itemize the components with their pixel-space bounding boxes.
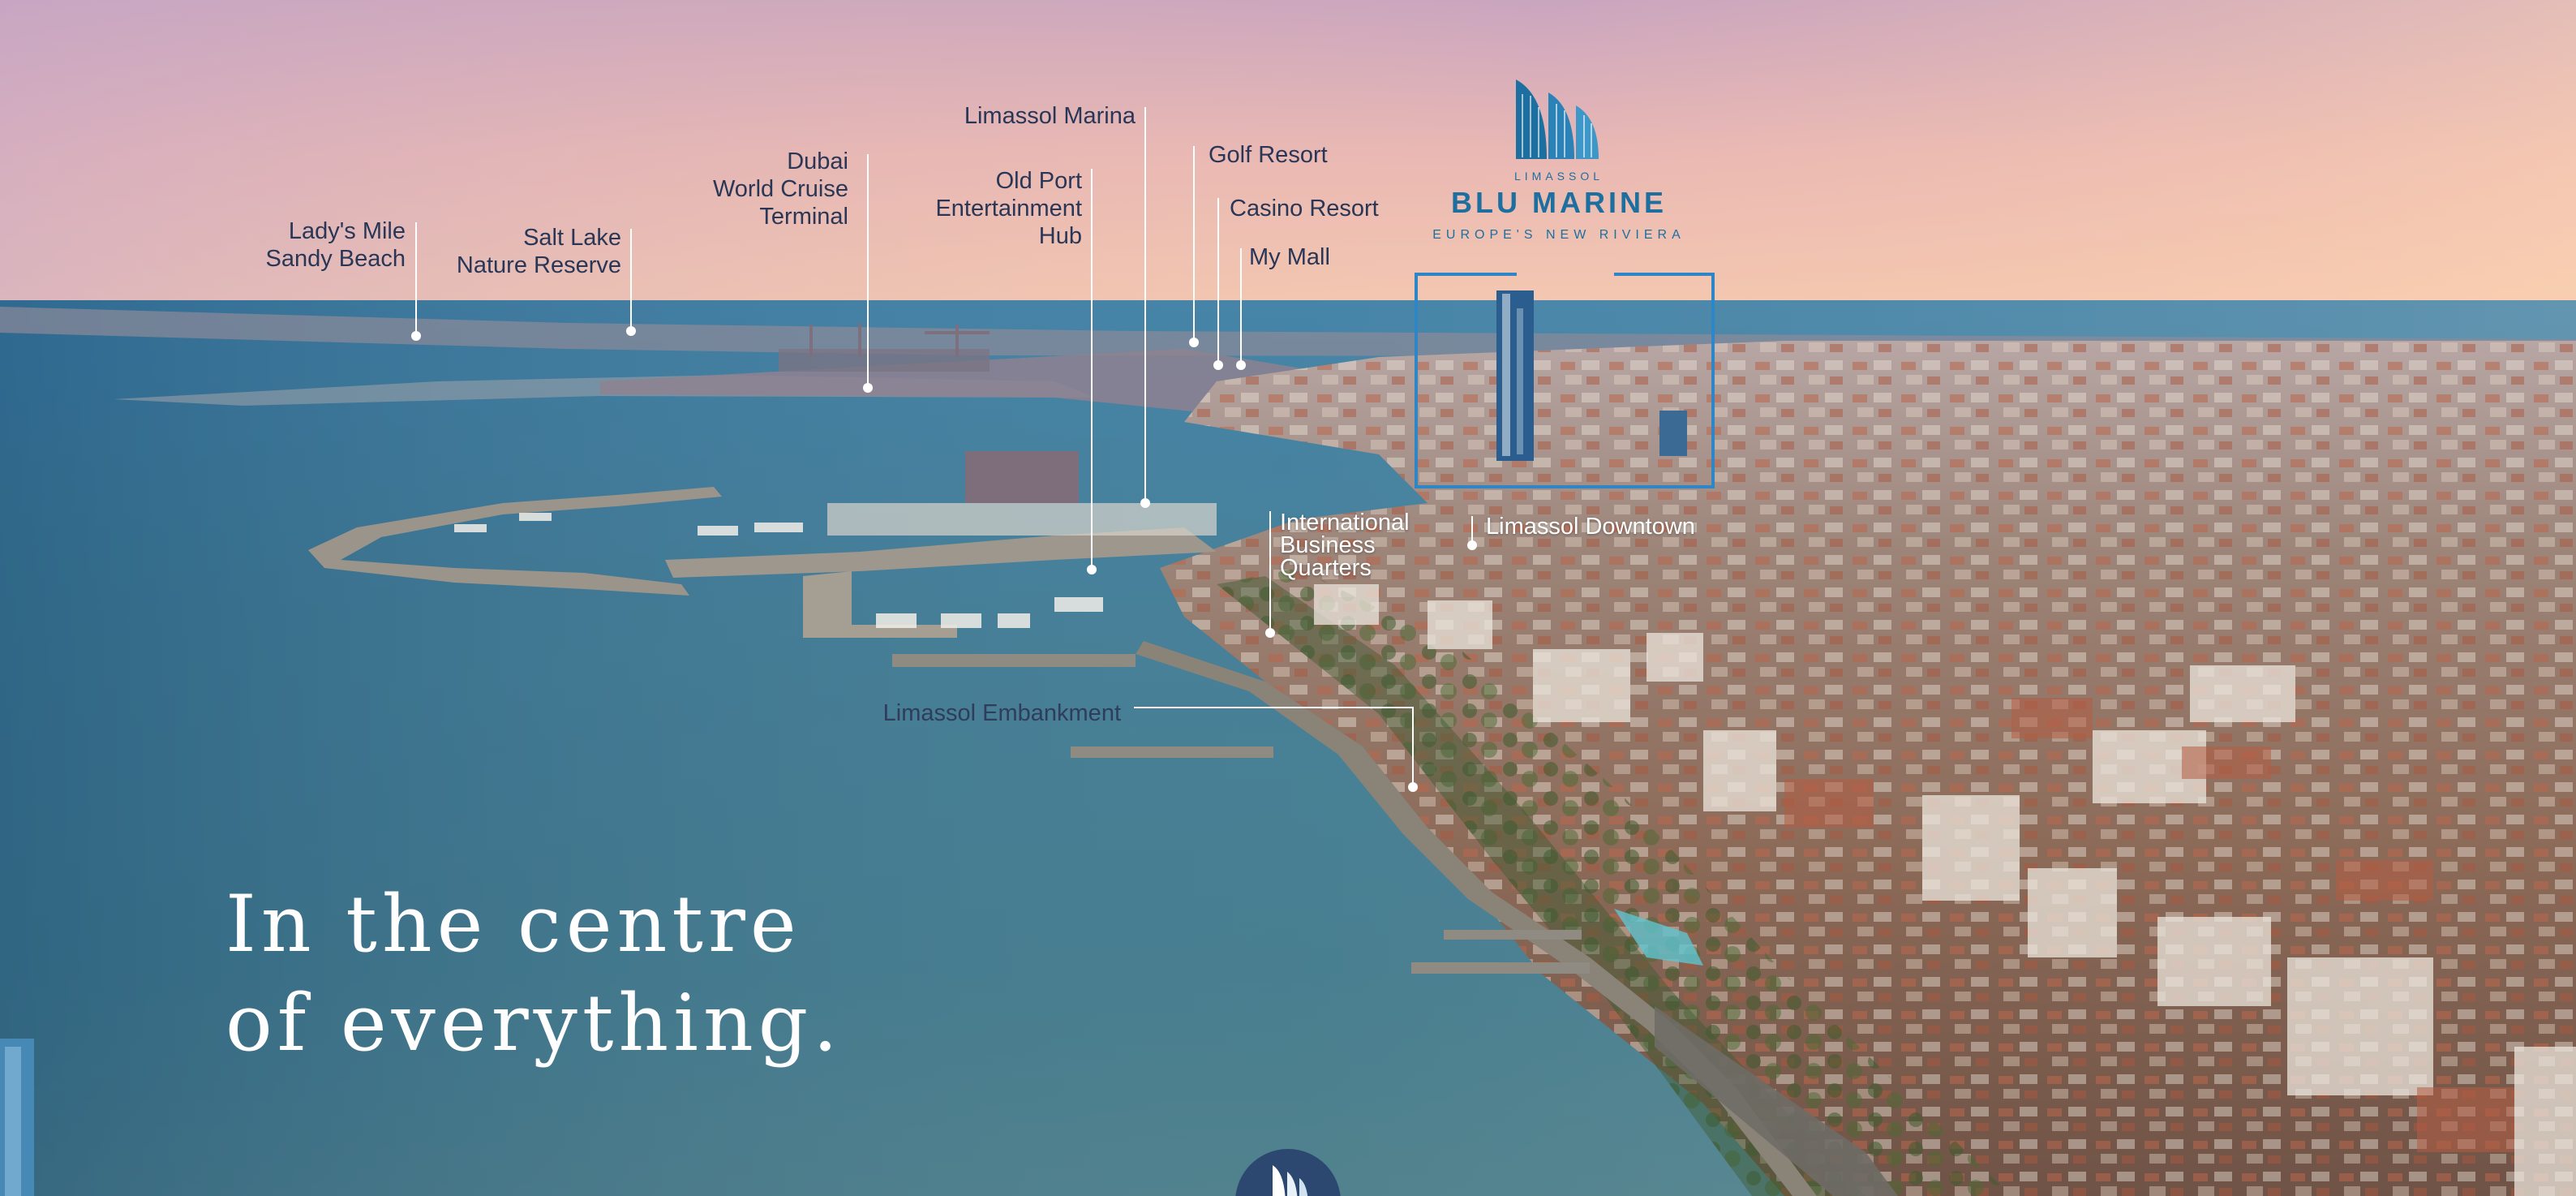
- sail-logo-icon: [1516, 80, 1599, 159]
- label-line: Golf Resort: [1209, 142, 1328, 168]
- label-line: Dubai: [787, 148, 848, 174]
- location-label-ibq: International Business Quarters: [1280, 510, 1410, 581]
- label-line: Casino Resort: [1230, 196, 1379, 222]
- brand-logo: LIMASSOL BLU MARINE EUROPE'S NEW RIVIERA: [1413, 78, 1705, 243]
- marker-dot-golf-resort: [1189, 338, 1199, 347]
- label-line: Nature Reserve: [456, 252, 621, 278]
- marker-dot-my-mall: [1236, 360, 1246, 370]
- marker-dot-limassol-marina: [1140, 498, 1150, 508]
- marker-dot-salt-lake: [626, 326, 636, 336]
- location-label-limassol-marina: Limassol Marina: [964, 102, 1136, 130]
- label-line: World Cruise: [712, 176, 848, 202]
- label-line: Lady's Mile: [288, 218, 406, 244]
- headline-line-1: In the centre: [225, 879, 801, 970]
- label-line: Terminal: [759, 204, 848, 230]
- aerial-scene: Lady's Mile Sandy Beach Salt Lake Nature…: [0, 0, 2576, 1196]
- label-line: My Mall: [1249, 244, 1330, 270]
- label-line: Business: [1280, 532, 1376, 558]
- tower-highlight-frame: [1415, 273, 1715, 488]
- brand-name: BLU MARINE: [1451, 186, 1667, 219]
- marker-dot-ibq: [1265, 628, 1275, 638]
- marker-dot-downtown: [1467, 540, 1477, 550]
- location-label-ladys-mile: Lady's Mile Sandy Beach: [265, 217, 406, 273]
- label-line: International: [1280, 510, 1410, 536]
- label-line: Salt Lake: [523, 225, 621, 251]
- label-line: Limassol Marina: [964, 103, 1136, 129]
- label-line: Limassol Downtown: [1486, 514, 1695, 540]
- label-line: Sandy Beach: [265, 246, 406, 272]
- marker-dot-ladys-mile: [411, 331, 421, 341]
- brand-tagline: EUROPE'S NEW RIVIERA: [1432, 228, 1685, 242]
- label-line: Entertainment: [935, 196, 1082, 222]
- label-line: Limassol Embankment: [882, 700, 1121, 726]
- location-label-downtown: Limassol Downtown: [1486, 513, 1695, 540]
- label-line: Quarters: [1280, 555, 1372, 581]
- location-label-golf-resort: Golf Resort: [1209, 141, 1328, 169]
- marker-dot-embankment: [1408, 782, 1418, 792]
- leader-line-embankment: [1134, 707, 1414, 787]
- sail-logo-icon: [1273, 1165, 1308, 1196]
- label-line: Hub: [1038, 223, 1082, 249]
- location-label-dubai-terminal: Dubai World Cruise Terminal: [713, 148, 848, 230]
- headline: In the centre of everything.: [225, 875, 843, 1073]
- location-label-my-mall: My Mall: [1249, 243, 1330, 271]
- marker-dot-old-port: [1087, 565, 1097, 574]
- location-label-embankment: Limassol Embankment: [883, 699, 1121, 727]
- label-line: Old Port: [995, 168, 1082, 194]
- marker-dot-dubai-terminal: [863, 383, 873, 393]
- location-label-casino-resort: Casino Resort: [1230, 195, 1379, 222]
- brand-city: LIMASSOL: [1513, 170, 1604, 183]
- headline-line-2: of everything.: [225, 978, 843, 1069]
- marker-dot-casino-resort: [1213, 360, 1223, 370]
- location-label-salt-lake: Salt Lake Nature Reserve: [457, 224, 621, 279]
- location-label-old-port: Old Port Entertainment Hub: [935, 167, 1082, 250]
